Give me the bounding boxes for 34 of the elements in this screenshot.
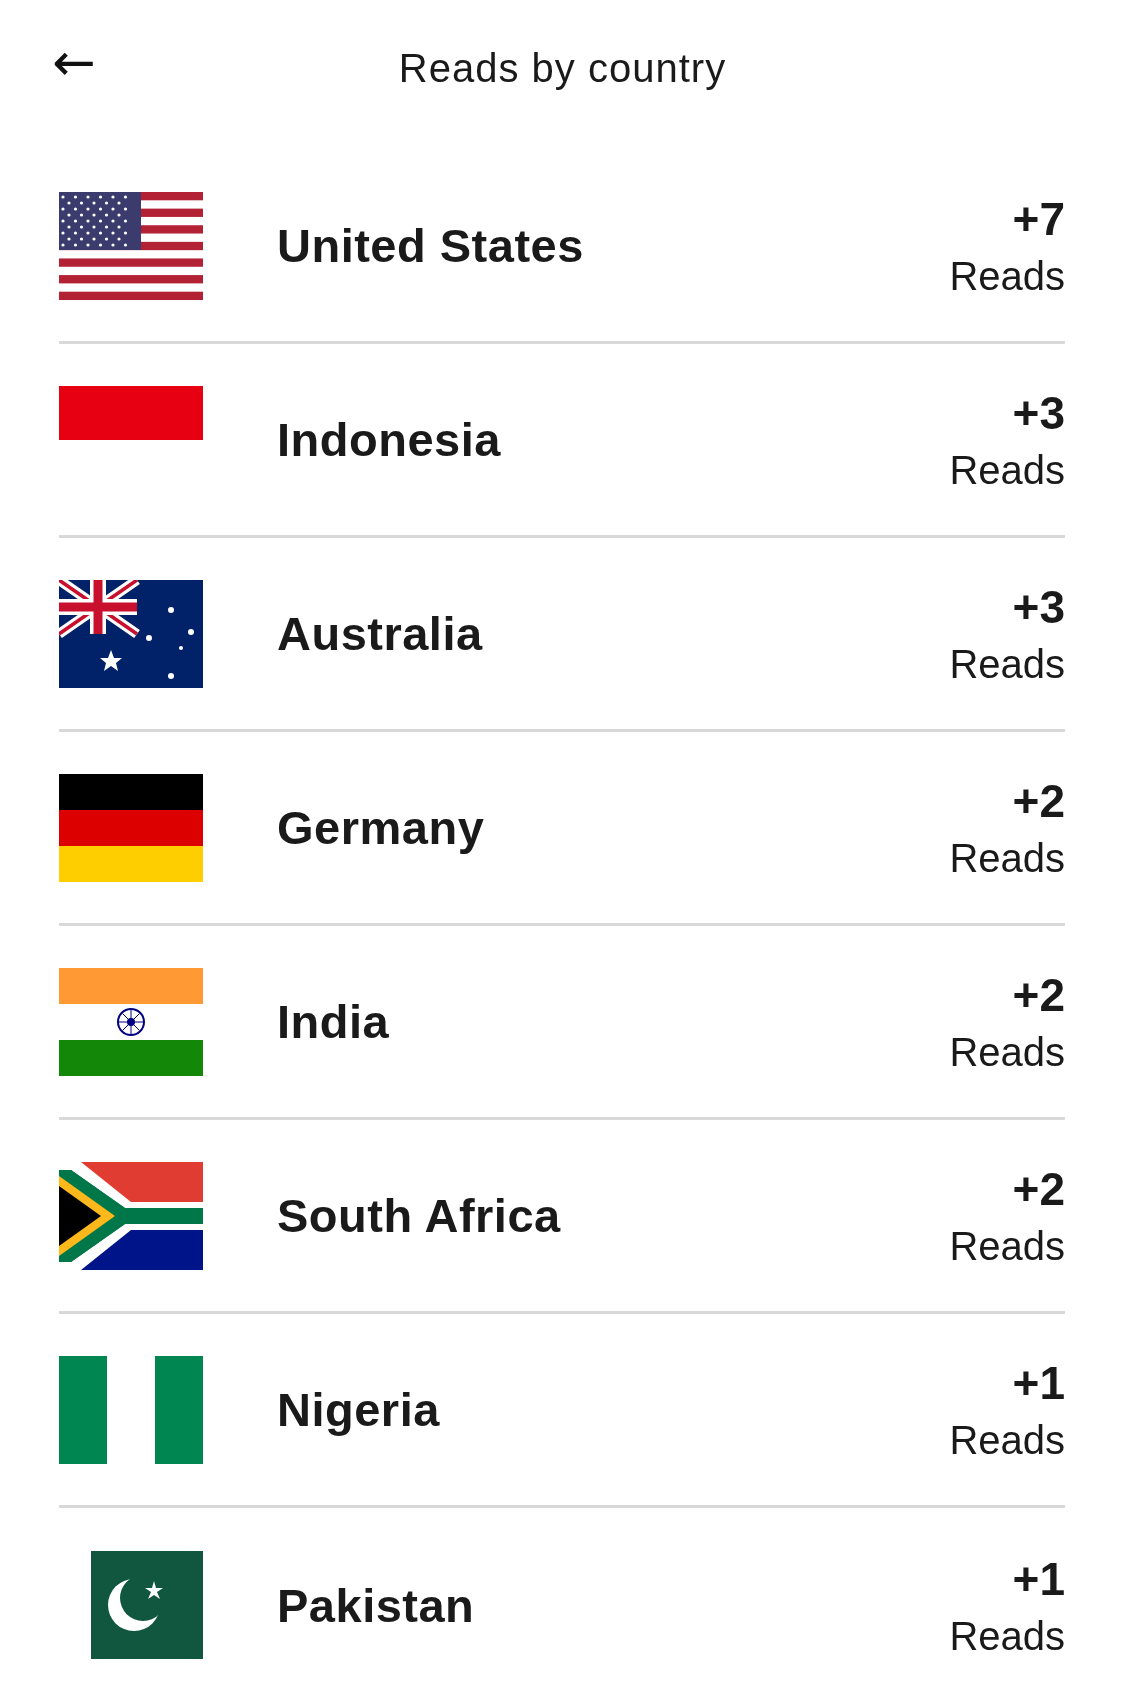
flag-icon (91, 1551, 203, 1659)
flag-icon (59, 579, 203, 688)
read-count: +7 (1011, 192, 1065, 246)
back-button[interactable]: ← (52, 36, 96, 88)
read-count: +3 (1011, 580, 1065, 634)
country-name: India (277, 994, 391, 1049)
reads-label: Reads (949, 642, 1065, 687)
read-count: +1 (1011, 1551, 1065, 1606)
read-count: +2 (1011, 1162, 1065, 1216)
reads-label: Reads (949, 1224, 1065, 1269)
reads-label: Reads (949, 1030, 1065, 1075)
reads-label: Reads (949, 1418, 1065, 1463)
read-count: +2 (1011, 774, 1065, 828)
country-name: South Africa (277, 1188, 562, 1243)
flag-icon (59, 1355, 203, 1464)
reads-label: Reads (949, 448, 1065, 493)
reads-label: Reads (949, 1613, 1065, 1659)
country-name: Indonesia (277, 412, 502, 467)
flag-icon (59, 385, 203, 440)
country-name: Australia (277, 606, 484, 661)
country-name: Pakistan (277, 1577, 476, 1633)
country-name: Germany (277, 800, 486, 855)
read-count: +2 (1011, 968, 1065, 1022)
page-title: Reads by country (398, 45, 727, 91)
reads-label: Reads (949, 254, 1065, 299)
flag-icon (59, 773, 203, 882)
flag-icon (59, 967, 203, 1076)
read-count: +1 (1011, 1356, 1065, 1410)
reads-label: Reads (949, 836, 1065, 881)
flag-icon (59, 1161, 203, 1270)
flag-icon (59, 191, 203, 300)
country-name: Nigeria (277, 1382, 441, 1437)
read-count: +3 (1011, 386, 1065, 440)
country-name: United States (277, 218, 585, 273)
